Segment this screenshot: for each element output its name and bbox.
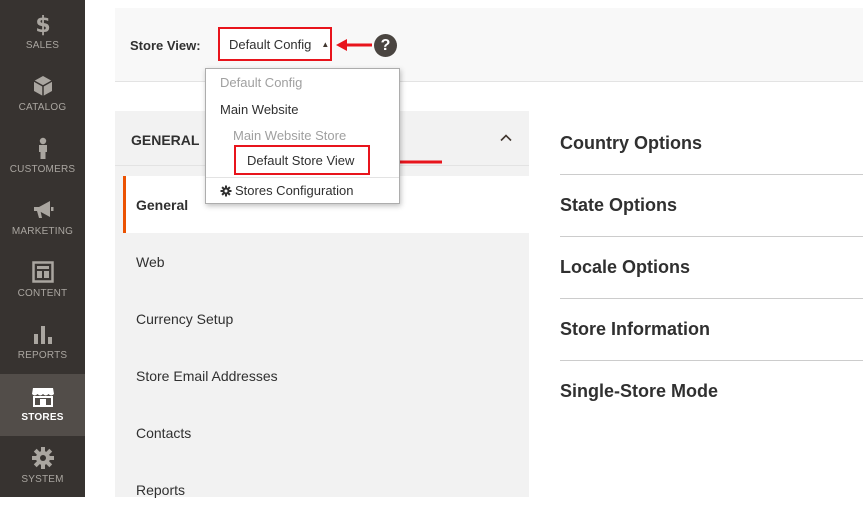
- nav-content[interactable]: CONTENT: [0, 250, 85, 312]
- dropdown-default-config: Default Config: [220, 75, 303, 90]
- storefront-icon: [31, 384, 55, 408]
- nav-sales[interactable]: $ SALES: [0, 2, 85, 64]
- dropdown-divider: [206, 177, 399, 178]
- store-view-switcher[interactable]: Default Config ▲: [218, 27, 332, 61]
- chevron-up-icon: [500, 134, 512, 142]
- nav-label: SYSTEM: [21, 474, 64, 485]
- tab-contacts[interactable]: Contacts: [123, 404, 529, 461]
- person-icon: [31, 136, 55, 160]
- admin-sidebar: $ SALES CATALOG CUSTOMERS MARKETING CONT…: [0, 0, 85, 497]
- help-icon[interactable]: ?: [374, 34, 397, 57]
- store-view-selected: Default Config: [229, 36, 312, 52]
- section-locale-options[interactable]: Locale Options: [560, 236, 863, 298]
- nav-catalog[interactable]: CATALOG: [0, 64, 85, 126]
- dropdown-default-store-view-label: Default Store View: [247, 152, 355, 168]
- tab-store-email-addresses[interactable]: Store Email Addresses: [123, 347, 529, 404]
- section-store-information[interactable]: Store Information: [560, 298, 863, 360]
- nav-label: STORES: [21, 412, 64, 423]
- dropdown-main-website-store: Main Website Store: [233, 128, 347, 143]
- tab-web[interactable]: Web: [123, 233, 529, 290]
- store-view-label: Store View:: [130, 38, 201, 53]
- tabs-title: GENERAL: [131, 132, 200, 148]
- annotation-arrow-icon: [336, 39, 372, 51]
- dropdown-default-store-view[interactable]: Default Store View: [234, 145, 370, 175]
- caret-up-icon: ▲: [321, 39, 330, 49]
- dropdown-main-website[interactable]: Main Website: [220, 102, 299, 117]
- nav-label: CONTENT: [17, 288, 68, 299]
- tab-reports[interactable]: Reports: [123, 461, 529, 518]
- nav-reports[interactable]: REPORTS: [0, 312, 85, 374]
- bar-chart-icon: [31, 322, 55, 346]
- gear-icon: [31, 446, 55, 470]
- nav-customers[interactable]: CUSTOMERS: [0, 126, 85, 188]
- nav-label: MARKETING: [11, 226, 74, 237]
- dropdown-stores-configuration-label: Stores Configuration: [235, 183, 354, 198]
- section-state-options[interactable]: State Options: [560, 174, 863, 236]
- nav-system[interactable]: SYSTEM: [0, 436, 85, 498]
- nav-stores[interactable]: STORES: [0, 374, 85, 436]
- svg-text:$: $: [35, 13, 50, 36]
- cube-icon: [31, 74, 55, 98]
- nav-marketing[interactable]: MARKETING: [0, 188, 85, 250]
- nav-label: CUSTOMERS: [9, 164, 76, 175]
- dropdown-stores-configuration[interactable]: Stores Configuration: [220, 183, 354, 198]
- store-view-dropdown: Default Config Main Website Main Website…: [205, 68, 400, 204]
- section-country-options[interactable]: Country Options: [560, 112, 863, 174]
- nav-label: CATALOG: [18, 102, 67, 113]
- nav-label: SALES: [25, 40, 60, 51]
- layout-icon: [31, 260, 55, 284]
- nav-label: REPORTS: [17, 350, 68, 361]
- dollar-icon: $: [31, 12, 55, 36]
- gear-icon: [220, 185, 232, 196]
- tab-currency-setup[interactable]: Currency Setup: [123, 290, 529, 347]
- megaphone-icon: [31, 198, 55, 222]
- section-single-store-mode[interactable]: Single-Store Mode: [560, 360, 863, 422]
